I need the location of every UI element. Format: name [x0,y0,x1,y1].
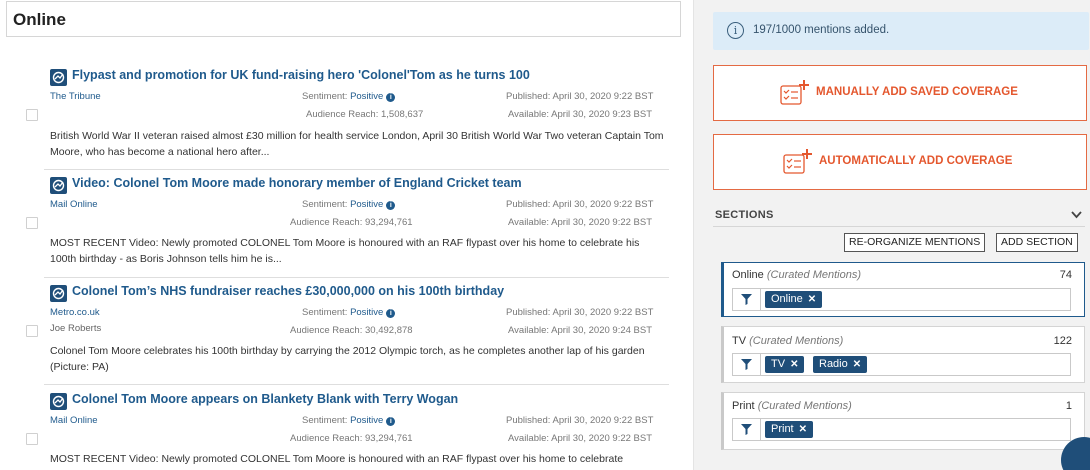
article-checkbox[interactable] [26,109,38,121]
coverage-list-pane: Online Flypast and promotion for UK fund… [0,0,693,470]
filter-chip-radio[interactable]: Radio ✕ [813,356,868,373]
info-icon[interactable]: i [386,417,396,426]
info-icon: i [727,22,744,39]
close-icon[interactable]: ✕ [808,294,816,305]
filter-icon[interactable] [733,354,761,375]
section-name: TV (Curated Mentions) [732,335,844,347]
info-icon[interactable]: i [386,309,396,318]
article-title-link[interactable]: Flypast and promotion for UK fund-raisin… [72,68,530,82]
article-snippet: MOST RECENT Video: Newly promoted COLONE… [50,453,624,465]
article-sentiment: Sentiment: Positive i [302,415,396,426]
section-count: 74 [1059,269,1072,281]
section-card-online[interactable]: Online (Curated Mentions) 74 Online ✕ [721,262,1085,317]
manually-add-coverage-button[interactable]: MANUALLY ADD SAVED COVERAGE [713,65,1087,121]
article-available: Available: April 30, 2020 9:22 BST [508,217,653,228]
mentions-notice: i 197/1000 mentions added. [713,12,1089,50]
article-title-link[interactable]: Video: Colonel Tom Moore made honorary m… [72,176,522,190]
close-icon[interactable]: ✕ [799,424,807,435]
section-title-box: Online [6,1,681,37]
article-snippet: MOST RECENT Video: Newly promoted COLONE… [50,237,640,265]
notice-text: 197/1000 mentions added. [753,24,890,36]
section-count: 1 [1065,400,1072,412]
article-source[interactable]: Mail Online [50,415,98,426]
outlet-icon [50,285,67,302]
section-filter-bar[interactable]: Print ✕ [732,418,1071,441]
section-name: Online (Curated Mentions) [732,269,862,281]
article-source[interactable]: The Tribune [50,91,101,102]
divider [44,277,669,278]
article-checkbox[interactable] [26,325,38,337]
add-section-button[interactable]: ADD SECTION [996,233,1078,252]
section-card-tv[interactable]: TV (Curated Mentions) 122 TV ✕ Radio ✕ [721,326,1085,383]
section-card-print[interactable]: Print (Curated Mentions) 1 Print ✕ [721,392,1085,450]
article-available: Available: April 30, 2020 9:23 BST [508,109,653,120]
sidebar-pane: i 197/1000 mentions added. MANUALLY ADD … [693,0,1090,470]
outlet-icon [50,393,67,410]
article-reach: Audience Reach: 93,294,761 [290,217,413,228]
article-snippet: Colonel Tom Moore celebrates his 100th b… [50,345,645,373]
article-available: Available: April 30, 2020 9:22 BST [508,433,653,444]
article-available: Available: April 30, 2020 9:24 BST [508,325,653,336]
article-snippet: British World War II veteran raised almo… [50,130,664,158]
outlet-icon [50,177,67,194]
filter-icon[interactable] [733,289,761,310]
article-sentiment: Sentiment: Positive i [302,307,396,318]
chevron-down-icon[interactable] [1071,207,1082,222]
checklist-add-icon [780,80,809,105]
article-title-link[interactable]: Colonel Tom Moore appears on Blankety Bl… [72,392,458,406]
article-reach: Audience Reach: 93,294,761 [290,433,413,444]
divider [44,384,669,385]
close-icon[interactable]: ✕ [853,359,861,370]
sections-header: SECTIONS [715,209,774,221]
automatically-add-coverage-button[interactable]: AUTOMATICALLY ADD COVERAGE [713,134,1087,190]
manually-add-label: MANUALLY ADD SAVED COVERAGE [816,86,1018,98]
filter-chip-online[interactable]: Online ✕ [765,291,823,308]
article-author: Joe Roberts [50,323,102,334]
divider [44,169,669,170]
filter-chip-tv[interactable]: TV ✕ [765,356,805,373]
article-published: Published: April 30, 2020 9:22 BST [506,307,654,318]
article-published: Published: April 30, 2020 9:22 BST [506,199,654,210]
article-published: Published: April 30, 2020 9:22 BST [506,91,654,102]
reorganize-mentions-button[interactable]: RE-ORGANIZE MENTIONS [844,233,986,252]
filter-icon[interactable] [733,419,761,440]
article-sentiment: Sentiment: Positive i [302,91,396,102]
article-published: Published: April 30, 2020 9:22 BST [506,415,654,426]
page-title: Online [13,10,66,29]
section-count: 122 [1053,335,1072,347]
article-source[interactable]: Mail Online [50,199,98,210]
section-name: Print (Curated Mentions) [732,400,852,412]
checklist-add-icon [783,149,812,174]
article-checkbox[interactable] [26,217,38,229]
article-sentiment: Sentiment: Positive i [302,199,396,210]
divider [713,226,1085,227]
close-icon[interactable]: ✕ [790,359,798,370]
article-title-link[interactable]: Colonel Tom’s NHS fundraiser reaches £30… [72,284,504,298]
automatically-add-label: AUTOMATICALLY ADD COVERAGE [819,155,1013,167]
article-reach: Audience Reach: 1,508,637 [306,109,424,120]
article-source[interactable]: Metro.co.uk [50,307,100,318]
info-icon[interactable]: i [386,201,396,210]
info-icon[interactable]: i [386,93,396,102]
article-reach: Audience Reach: 30,492,878 [290,325,413,336]
article-checkbox[interactable] [26,433,38,445]
section-filter-bar[interactable]: TV ✕ Radio ✕ [732,353,1071,376]
filter-chip-print[interactable]: Print ✕ [765,421,814,438]
outlet-icon [50,69,67,86]
section-filter-bar[interactable]: Online ✕ [732,288,1071,311]
